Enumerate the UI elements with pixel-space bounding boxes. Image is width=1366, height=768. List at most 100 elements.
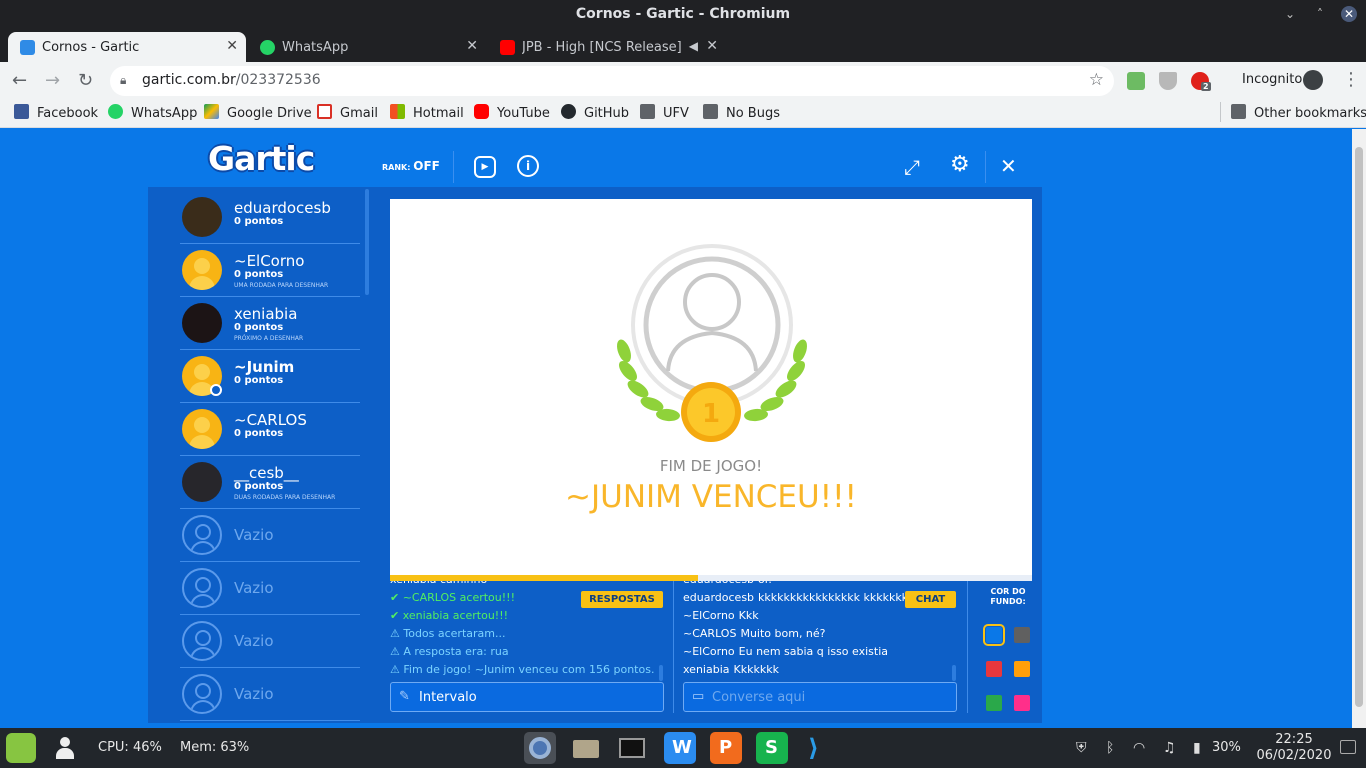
empty-player-slot[interactable]: Vazio xyxy=(180,615,360,668)
game-over-title: FIM DE JOGO! xyxy=(659,457,763,475)
play-video-icon[interactable]: ▶ xyxy=(474,156,496,178)
bg-color-swatch[interactable] xyxy=(986,695,1002,711)
bg-color-swatch[interactable] xyxy=(1014,661,1030,677)
page-scrollbar[interactable] xyxy=(1352,129,1366,728)
other-bookmarks[interactable]: Other bookmarks xyxy=(1231,104,1366,121)
info-icon[interactable]: i xyxy=(517,155,539,177)
omnibox[interactable]: 🔒︎ gartic.com.br/023372536 ☆ xyxy=(110,66,1114,96)
player-name: ~Junim xyxy=(234,358,295,376)
chat-author: ~ElCorno xyxy=(683,609,735,622)
reload-icon[interactable]: ↻ xyxy=(78,70,93,91)
bg-color-swatch[interactable] xyxy=(1014,627,1030,643)
taskbar-app-vscode[interactable]: ⟩ xyxy=(802,732,834,764)
taskbar-app-wps-spreadsheet[interactable]: S xyxy=(756,732,788,764)
tab-whatsapp[interactable]: WhatsApp ✕ xyxy=(248,32,486,62)
taskbar-app-wps-presentation[interactable]: P xyxy=(710,732,742,764)
answer-input[interactable]: ✎ Intervalo xyxy=(390,682,664,712)
answers-button[interactable]: RESPOSTAS xyxy=(581,591,663,608)
incognito-icon[interactable] xyxy=(1303,70,1323,90)
mint-menu-icon[interactable] xyxy=(6,733,36,763)
bookmark-youtube[interactable]: YouTube xyxy=(474,104,550,121)
player-turn-note: DUAS RODADAS PARA DESENHAR xyxy=(234,494,336,501)
wifi-icon[interactable]: ◠ xyxy=(1133,740,1145,756)
music-icon[interactable]: ♫ xyxy=(1163,740,1176,756)
chat-scrollbar[interactable] xyxy=(952,665,956,681)
chat-message: eduardocesb oi! xyxy=(683,581,772,586)
restore-icon[interactable]: ˄ xyxy=(1312,6,1328,22)
bookmark-github[interactable]: GitHub xyxy=(561,104,629,121)
avatar xyxy=(182,515,222,555)
workspace-icon[interactable] xyxy=(1340,740,1356,754)
settings-gear-icon[interactable]: ⚙ xyxy=(950,152,970,177)
bg-color-swatch[interactable] xyxy=(986,661,1002,677)
taskbar-app-terminal[interactable] xyxy=(616,732,648,764)
empty-player-slot[interactable]: Vazio xyxy=(180,562,360,615)
bg-color-swatch[interactable] xyxy=(983,624,1005,646)
header-divider xyxy=(453,151,454,183)
empty-player-slot[interactable]: Vazio xyxy=(180,668,360,721)
chat-author: eduardocesb xyxy=(683,581,754,586)
player-row[interactable]: xeniabia 0 pontos PRÓXIMO A DESENHAR xyxy=(180,297,360,350)
bookmark-google-drive[interactable]: Google Drive xyxy=(204,104,312,121)
minimize-icon[interactable]: ⌄ xyxy=(1282,6,1298,22)
taskbar-app-chromium[interactable] xyxy=(524,732,556,764)
bg-color-swatch[interactable] xyxy=(1014,695,1030,711)
folder-icon xyxy=(573,740,599,758)
close-tab-icon[interactable]: ✕ xyxy=(466,38,478,54)
toolbar: ← → ↻ 🔒︎ gartic.com.br/023372536 ☆ 2 Inc… xyxy=(0,62,1366,98)
extension-icon[interactable] xyxy=(1127,72,1145,90)
speaker-muted-icon[interactable]: ◀︎ xyxy=(689,39,698,53)
chat-text: Eu nem sabia q isso existia xyxy=(738,645,888,658)
rank-status[interactable]: RANK: OFF xyxy=(382,159,440,173)
fullscreen-icon[interactable]: ⤢ xyxy=(904,155,920,179)
answer-message: ⚠ Todos acertaram... xyxy=(390,627,506,640)
close-tab-icon[interactable]: ✕ xyxy=(706,38,718,54)
page-scrollbar-thumb[interactable] xyxy=(1355,147,1363,707)
player-row[interactable]: __cesb__ 0 pontos DUAS RODADAS PARA DESENH… xyxy=(180,456,360,509)
folder-icon xyxy=(1231,104,1246,119)
bookmark-folder-ufv[interactable]: UFV xyxy=(640,104,689,121)
player-row[interactable]: ~Junim 0 pontos xyxy=(180,350,360,403)
player-row[interactable]: eduardocesb 0 pontos xyxy=(180,191,360,244)
drawing-canvas[interactable]: 1 FIM DE JOGO! ~JUNIM VENCEU!!! xyxy=(390,199,1032,579)
bookmark-facebook[interactable]: Facebook xyxy=(14,104,98,121)
download-extension-icon[interactable] xyxy=(1159,72,1177,90)
answer-message: ⚠ Fim de jogo! ~Junim venceu com 156 pon… xyxy=(390,663,655,676)
tab-gartic[interactable]: Cornos - Gartic ✕ xyxy=(8,32,246,62)
lock-icon: 🔒︎ xyxy=(120,73,127,87)
close-window-icon[interactable]: ✕ xyxy=(1341,6,1357,22)
empty-player-slot[interactable]: Vazio xyxy=(180,509,360,562)
bluetooth-icon[interactable]: ᛒ xyxy=(1106,740,1114,756)
back-icon[interactable]: ← xyxy=(12,70,27,91)
tab-youtube[interactable]: JPB - High [NCS Release] - Y ◀︎ ✕ xyxy=(488,32,726,62)
close-tab-icon[interactable]: ✕ xyxy=(226,38,238,54)
avatar xyxy=(182,197,222,237)
bookmark-whatsapp[interactable]: WhatsApp xyxy=(108,104,197,121)
player-row[interactable]: ~ElCorno 0 pontos UMA RODADA PARA DESENHAR xyxy=(180,244,360,297)
answer-message: ✔ ~CARLOS acertou!!! xyxy=(390,591,515,604)
cpu-usage: CPU: 46% xyxy=(98,740,162,755)
battery-percent: 30% xyxy=(1212,740,1241,755)
ext-badge: 2 xyxy=(1201,82,1211,91)
clock[interactable]: 22:25 06/02/2020 xyxy=(1253,732,1335,764)
shield-icon[interactable]: ⛨ xyxy=(1076,740,1087,756)
bookmark-folder-no-bugs[interactable]: No Bugs xyxy=(703,104,780,121)
bookmark-star-icon[interactable]: ☆ xyxy=(1089,70,1104,90)
taskbar-app-wps-writer[interactable]: W xyxy=(664,732,696,764)
chat-button[interactable]: CHAT xyxy=(905,591,956,608)
forward-icon[interactable]: → xyxy=(45,70,60,91)
bookmark-gmail[interactable]: Gmail xyxy=(317,104,378,121)
bookmark-hotmail[interactable]: Hotmail xyxy=(390,104,464,121)
exit-close-icon[interactable]: ✕ xyxy=(1000,154,1017,178)
player-list-scrollbar[interactable] xyxy=(365,189,369,295)
chat-input[interactable]: ▭ Converse aqui xyxy=(683,682,957,712)
player-name: xeniabia xyxy=(234,305,298,323)
player-row[interactable]: ~CARLOS 0 pontos xyxy=(180,403,360,456)
chat-author: eduardocesb xyxy=(683,591,755,604)
answers-scrollbar[interactable] xyxy=(659,665,663,681)
taskbar-app-files[interactable] xyxy=(570,732,602,764)
menu-icon[interactable]: ⋮ xyxy=(1342,69,1360,90)
battery-icon[interactable]: ▮ xyxy=(1193,740,1201,756)
user-icon[interactable] xyxy=(56,737,74,759)
window-title: Cornos - Gartic - Chromium xyxy=(575,6,791,22)
